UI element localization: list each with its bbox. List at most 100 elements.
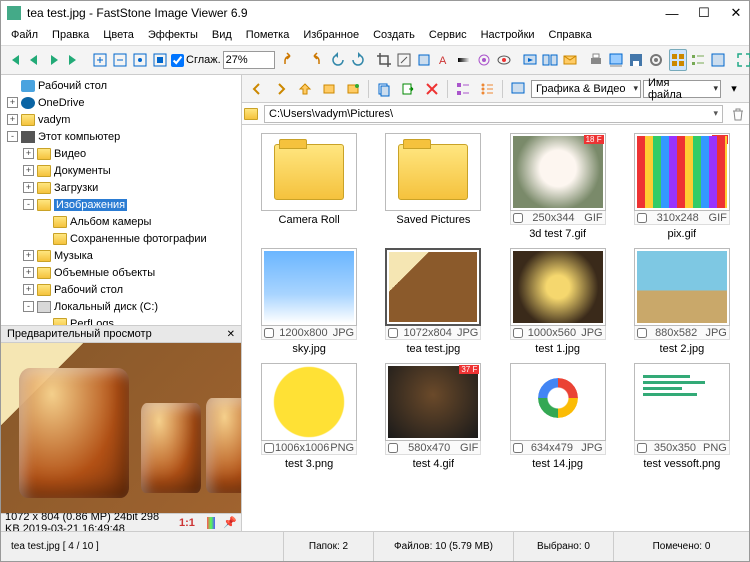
view-single-icon[interactable]	[709, 49, 727, 71]
viewmode1-icon[interactable]	[452, 78, 474, 100]
text-icon[interactable]: A	[435, 49, 453, 71]
rotate-left-icon[interactable]	[329, 49, 347, 71]
preview-close-icon[interactable]: ✕	[227, 329, 235, 340]
thumb-checkbox[interactable]	[388, 328, 398, 338]
tree-expander-icon[interactable]: +	[23, 284, 34, 295]
histogram-icon[interactable]	[207, 517, 215, 529]
nav-prev-icon[interactable]	[25, 49, 43, 71]
tree-expander-icon[interactable]: +	[23, 165, 34, 176]
thumbnail-grid[interactable]: Camera RollSaved Pictures18 F250x344GIF3…	[242, 125, 749, 531]
print-icon[interactable]	[587, 49, 605, 71]
tree-item[interactable]: Сохраненные фотографии	[3, 230, 239, 247]
thumbnail[interactable]: 880x582JPGtest 2.jpg	[623, 248, 741, 355]
thumbnail[interactable]: 37 F580x470GIFtest 4.gif	[374, 363, 492, 470]
folder-tree[interactable]: Рабочий стол+OneDrive+vadym-Этот компьют…	[1, 75, 241, 325]
menu-настройки[interactable]: Настройки	[475, 27, 541, 43]
thumbnail[interactable]: Camera Roll	[250, 133, 368, 240]
thumb-checkbox[interactable]	[513, 213, 523, 223]
tree-item[interactable]: Альбом камеры	[3, 213, 239, 230]
nav-last-icon[interactable]	[65, 49, 83, 71]
preview-pane[interactable]	[1, 343, 241, 513]
pin-icon[interactable]: 📌	[223, 516, 237, 529]
thumb-checkbox[interactable]	[264, 328, 274, 338]
tree-item[interactable]: -Этот компьютер	[3, 128, 239, 145]
email-icon[interactable]	[561, 49, 579, 71]
view-thumbs-icon[interactable]	[669, 49, 687, 71]
menu-вид[interactable]: Вид	[206, 27, 238, 43]
compare-icon[interactable]	[541, 49, 559, 71]
menu-эффекты[interactable]: Эффекты	[142, 27, 204, 43]
zoom-minus-icon[interactable]	[111, 49, 129, 71]
up-icon[interactable]	[294, 78, 316, 100]
zoom-actual-icon[interactable]	[131, 49, 149, 71]
tree-expander-icon[interactable]: -	[7, 131, 18, 142]
undo-icon[interactable]	[283, 49, 301, 71]
tree-item[interactable]: -Локальный диск (C:)	[3, 298, 239, 315]
slideshow-icon[interactable]	[521, 49, 539, 71]
menu-файл[interactable]: Файл	[5, 27, 44, 43]
thumb-checkbox[interactable]	[264, 443, 274, 453]
thumb-checkbox[interactable]	[513, 328, 523, 338]
tree-expander-icon[interactable]: +	[23, 250, 34, 261]
zoom-combo[interactable]	[223, 51, 275, 69]
wallpaper-icon[interactable]	[607, 49, 625, 71]
tree-item[interactable]: +Загрузки	[3, 179, 239, 196]
tree-expander-icon[interactable]: +	[23, 148, 34, 159]
tree-item[interactable]: -Изображения	[3, 196, 239, 213]
tree-item[interactable]: +vadym	[3, 111, 239, 128]
thumb-checkbox[interactable]	[513, 443, 523, 453]
settings-icon[interactable]	[647, 49, 665, 71]
tree-item[interactable]: PerfLogs	[3, 315, 239, 325]
canvas-icon[interactable]	[415, 49, 433, 71]
menu-избранное[interactable]: Избранное	[297, 27, 365, 43]
tree-item[interactable]: +Видео	[3, 145, 239, 162]
viewmode2-icon[interactable]	[476, 78, 498, 100]
thumbnail[interactable]: 6 F310x248GIFpix.gif	[623, 133, 741, 240]
menu-справка[interactable]: Справка	[543, 27, 598, 43]
tree-item[interactable]: +OneDrive	[3, 94, 239, 111]
copy-icon[interactable]	[373, 78, 395, 100]
tree-expander-icon[interactable]: -	[23, 301, 34, 312]
clone-icon[interactable]	[475, 49, 493, 71]
tree-expander-icon[interactable]: +	[23, 182, 34, 193]
sort-combo[interactable]: Имя файла	[643, 80, 721, 98]
thumbnail[interactable]: 1072x804JPGtea test.jpg	[374, 248, 492, 355]
menu-сервис[interactable]: Сервис	[423, 27, 473, 43]
tree-expander-icon[interactable]: +	[7, 97, 18, 108]
back-icon[interactable]	[246, 78, 268, 100]
zoom-fit-icon[interactable]	[151, 49, 169, 71]
resize-icon[interactable]	[395, 49, 413, 71]
tree-item[interactable]: +Документы	[3, 162, 239, 179]
maximize-button[interactable]: ☐	[697, 6, 711, 20]
menu-пометка[interactable]: Пометка	[240, 27, 296, 43]
adjust-icon[interactable]	[455, 49, 473, 71]
nav-first-icon[interactable]	[5, 49, 23, 71]
favorite2-icon[interactable]	[342, 78, 364, 100]
thumb-checkbox[interactable]	[637, 443, 647, 453]
rotate-right-icon[interactable]	[349, 49, 367, 71]
view-list-icon[interactable]	[689, 49, 707, 71]
thumbnail[interactable]: 1006x1006PNGtest 3.png	[250, 363, 368, 470]
filter-combo[interactable]: Графика & Видео	[531, 80, 641, 98]
filter-icon[interactable]	[507, 78, 529, 100]
nav-next-icon[interactable]	[45, 49, 63, 71]
trash-icon[interactable]	[727, 103, 749, 125]
close-button[interactable]: ✕	[729, 6, 743, 20]
tree-item[interactable]: +Музыка	[3, 247, 239, 264]
thumbnail[interactable]: 1000x560JPGtest 1.jpg	[499, 248, 617, 355]
menu-создать[interactable]: Создать	[367, 27, 421, 43]
delete-icon[interactable]	[421, 78, 443, 100]
save-icon[interactable]	[627, 49, 645, 71]
favorite-icon[interactable]	[318, 78, 340, 100]
zoom-plus-icon[interactable]	[91, 49, 109, 71]
menu-цвета[interactable]: Цвета	[97, 27, 140, 43]
thumbnail[interactable]: 1200x800JPGsky.jpg	[250, 248, 368, 355]
thumbnail[interactable]: 634x479JPGtest 14.jpg	[499, 363, 617, 470]
move-icon[interactable]	[397, 78, 419, 100]
sort-dir-icon[interactable]: ▾	[723, 78, 745, 100]
smooth-checkbox[interactable]: Сглаж.	[171, 54, 221, 67]
tree-item[interactable]: +Объемные объекты	[3, 264, 239, 281]
thumbnail[interactable]: 18 F250x344GIF3d test 7.gif	[499, 133, 617, 240]
minimize-button[interactable]: —	[665, 6, 679, 20]
thumbnail[interactable]: 350x350PNGtest vessoft.png	[623, 363, 741, 470]
